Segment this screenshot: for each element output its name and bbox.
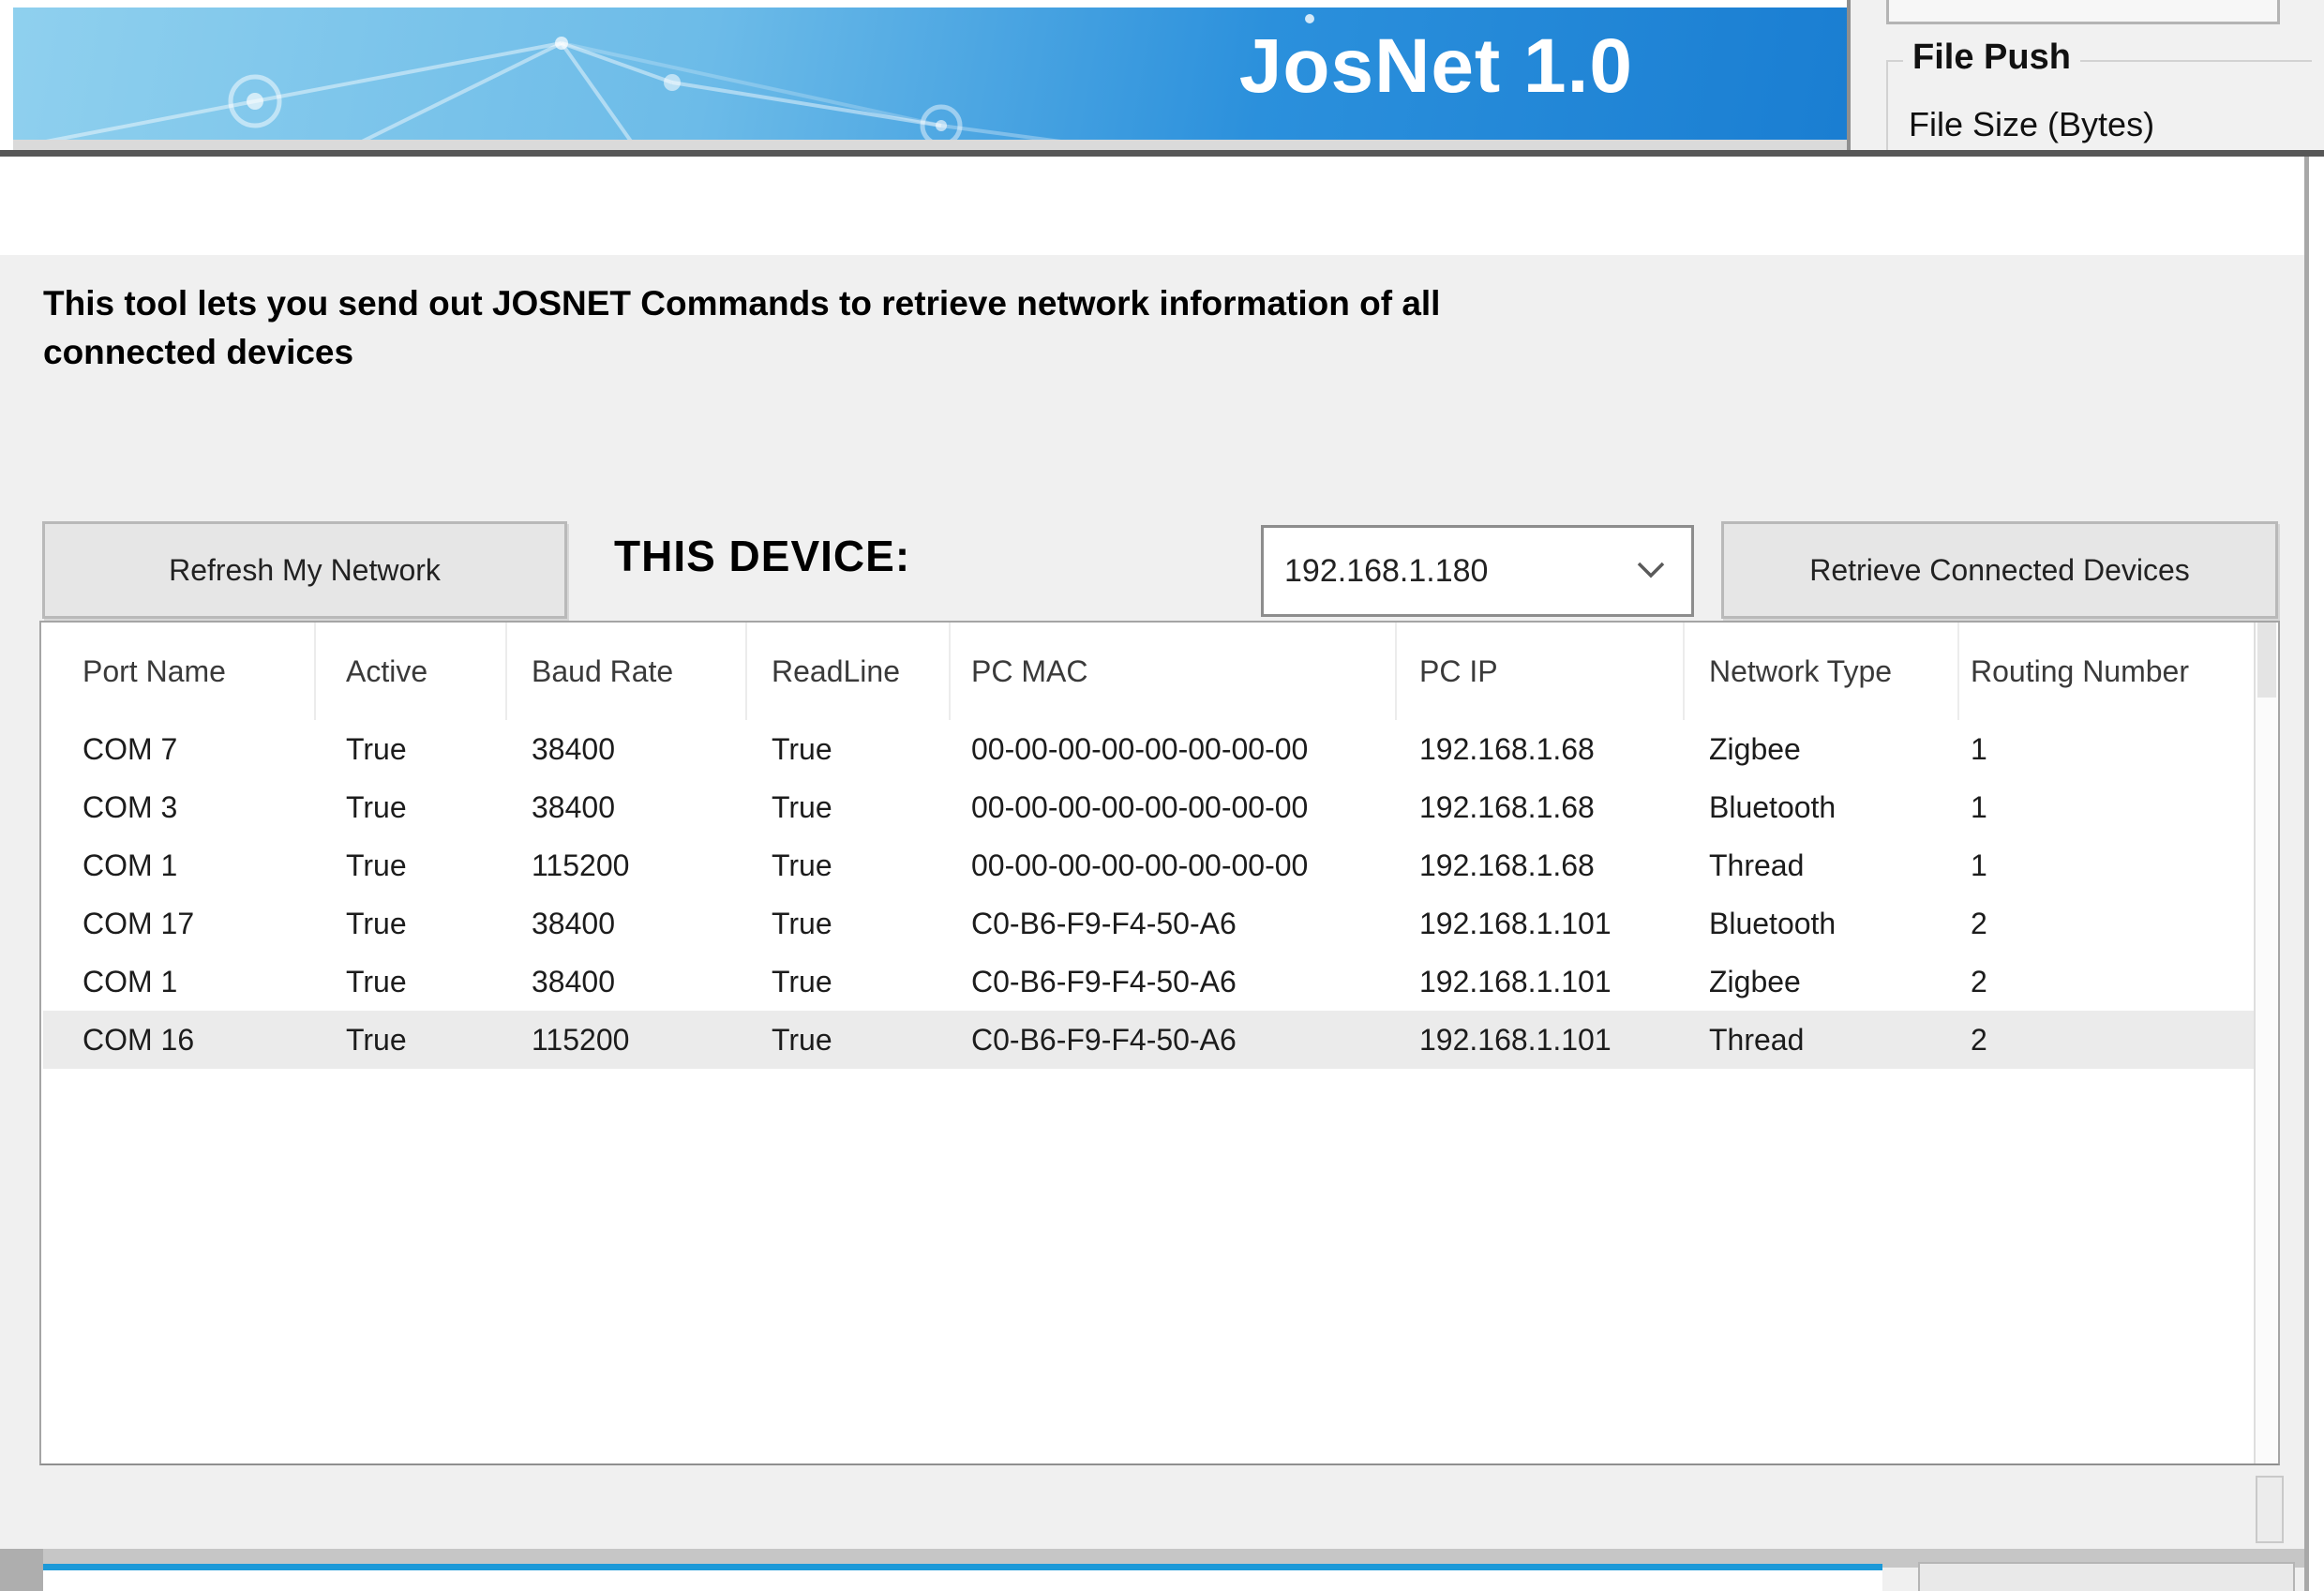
table-row[interactable]: COM 1True115200True00-00-00-00-00-00-00-… xyxy=(43,836,2254,894)
table-cell: 192.168.1.68 xyxy=(1397,720,1685,778)
window-separator xyxy=(0,150,2324,157)
table-cell: C0-B6-F9-F4-50-A6 xyxy=(951,1011,1397,1069)
scrollbar-thumb[interactable] xyxy=(2257,623,2276,698)
table-cell: 1 xyxy=(1959,720,2254,778)
table-cell: C0-B6-F9-F4-50-A6 xyxy=(951,894,1397,953)
file-push-label: File Push xyxy=(1903,38,2080,78)
table-row[interactable]: COM 1True38400TrueC0-B6-F9-F4-50-A6192.1… xyxy=(43,953,2254,1011)
table-cell: 38400 xyxy=(507,953,747,1011)
table-cell: 38400 xyxy=(507,778,747,836)
app-banner: JosNet 1.0 xyxy=(13,8,1847,143)
table-cell: 1 xyxy=(1959,836,2254,894)
table-cell: 192.168.1.101 xyxy=(1397,1011,1685,1069)
table-cell: COM 17 xyxy=(43,894,316,953)
device-list: Port NameActiveBaud RateReadLinePC MACPC… xyxy=(39,621,2280,1465)
table-body: COM 7True38400True00-00-00-00-00-00-00-0… xyxy=(43,720,2254,1069)
device-ip-combobox[interactable]: 192.168.1.180 xyxy=(1261,525,1694,617)
column-header[interactable]: Routing Number xyxy=(1959,623,2189,720)
table-cell: Bluetooth xyxy=(1685,778,1959,836)
table-cell: 2 xyxy=(1959,1011,2254,1069)
dialog-titlebar: All Devices on Network ✕ xyxy=(0,157,2307,255)
table-cell: 192.168.1.68 xyxy=(1397,836,1685,894)
table-header-row: Port NameActiveBaud RateReadLinePC MACPC… xyxy=(43,623,2189,720)
column-header[interactable]: Baud Rate xyxy=(507,623,747,720)
clipped-control xyxy=(1886,0,2280,24)
refresh-network-button[interactable]: Refresh My Network xyxy=(42,521,567,619)
table-cell: True xyxy=(747,720,951,778)
description-text: This tool lets you send out JOSNET Comma… xyxy=(43,279,1440,377)
table-row[interactable]: COM 3True38400True00-00-00-00-00-00-00-0… xyxy=(43,778,2254,836)
table-cell: 192.168.1.68 xyxy=(1397,778,1685,836)
table-cell: 00-00-00-00-00-00-00-00 xyxy=(951,836,1397,894)
table-cell: 2 xyxy=(1959,894,2254,953)
clipped-bottom-button[interactable] xyxy=(1918,1562,2295,1591)
table-cell: 192.168.1.101 xyxy=(1397,894,1685,953)
column-header[interactable]: PC IP xyxy=(1397,623,1685,720)
scrollbar-fragment[interactable] xyxy=(2256,1476,2284,1543)
table-cell: True xyxy=(316,720,507,778)
table-cell: 1 xyxy=(1959,778,2254,836)
column-header[interactable]: ReadLine xyxy=(747,623,951,720)
table-cell: 00-00-00-00-00-00-00-00 xyxy=(951,720,1397,778)
bottom-left-block xyxy=(0,1549,43,1591)
clipped-focused-textbox[interactable] xyxy=(43,1564,1882,1591)
table-row[interactable]: COM 17True38400TrueC0-B6-F9-F4-50-A6192.… xyxy=(43,894,2254,953)
table-cell: True xyxy=(316,1011,507,1069)
table-cell: 00-00-00-00-00-00-00-00 xyxy=(951,778,1397,836)
table-cell: COM 1 xyxy=(43,953,316,1011)
table-cell: True xyxy=(316,778,507,836)
table-cell: 115200 xyxy=(507,1011,747,1069)
file-size-label: File Size (Bytes) xyxy=(1909,105,2154,144)
table-cell: C0-B6-F9-F4-50-A6 xyxy=(951,953,1397,1011)
table-cell: Thread xyxy=(1685,1011,1959,1069)
table-cell: Thread xyxy=(1685,836,1959,894)
table-cell: 192.168.1.101 xyxy=(1397,953,1685,1011)
table-cell: Zigbee xyxy=(1685,953,1959,1011)
column-header[interactable]: Active xyxy=(316,623,507,720)
table-cell: 2 xyxy=(1959,953,2254,1011)
banner-bottom-strip xyxy=(13,140,1847,150)
description-line2: connected devices xyxy=(43,328,1440,377)
table-cell: True xyxy=(747,778,951,836)
table-cell: COM 3 xyxy=(43,778,316,836)
table-cell: Bluetooth xyxy=(1685,894,1959,953)
device-ip-value: 192.168.1.180 xyxy=(1284,528,1488,614)
column-header[interactable]: Port Name xyxy=(43,623,316,720)
table-row[interactable]: COM 16True115200TrueC0-B6-F9-F4-50-A6192… xyxy=(43,1011,2254,1069)
column-header[interactable]: PC MAC xyxy=(951,623,1397,720)
table-cell: COM 16 xyxy=(43,1011,316,1069)
table-cell: 38400 xyxy=(507,894,747,953)
table-cell: COM 1 xyxy=(43,836,316,894)
table-cell: True xyxy=(316,836,507,894)
table-cell: True xyxy=(747,894,951,953)
description-line1: This tool lets you send out JOSNET Comma… xyxy=(43,279,1440,328)
table-cell: True xyxy=(316,894,507,953)
retrieve-devices-button[interactable]: Retrieve Connected Devices xyxy=(1721,521,2278,619)
table-cell: True xyxy=(747,953,951,1011)
table-cell: Zigbee xyxy=(1685,720,1959,778)
table-cell: True xyxy=(747,836,951,894)
app-title: JosNet 1.0 xyxy=(1239,23,1633,111)
table-cell: 38400 xyxy=(507,720,747,778)
table-cell: True xyxy=(747,1011,951,1069)
table-cell: 115200 xyxy=(507,836,747,894)
column-header[interactable]: Network Type xyxy=(1685,623,1959,720)
this-device-label: THIS DEVICE: xyxy=(614,531,910,581)
table-cell: COM 7 xyxy=(43,720,316,778)
chevron-down-icon[interactable] xyxy=(1637,562,1665,578)
vertical-scrollbar[interactable] xyxy=(2254,623,2278,1463)
table-row[interactable]: COM 7True38400True00-00-00-00-00-00-00-0… xyxy=(43,720,2254,778)
dialog-right-border xyxy=(2304,157,2309,1591)
table-cell: True xyxy=(316,953,507,1011)
